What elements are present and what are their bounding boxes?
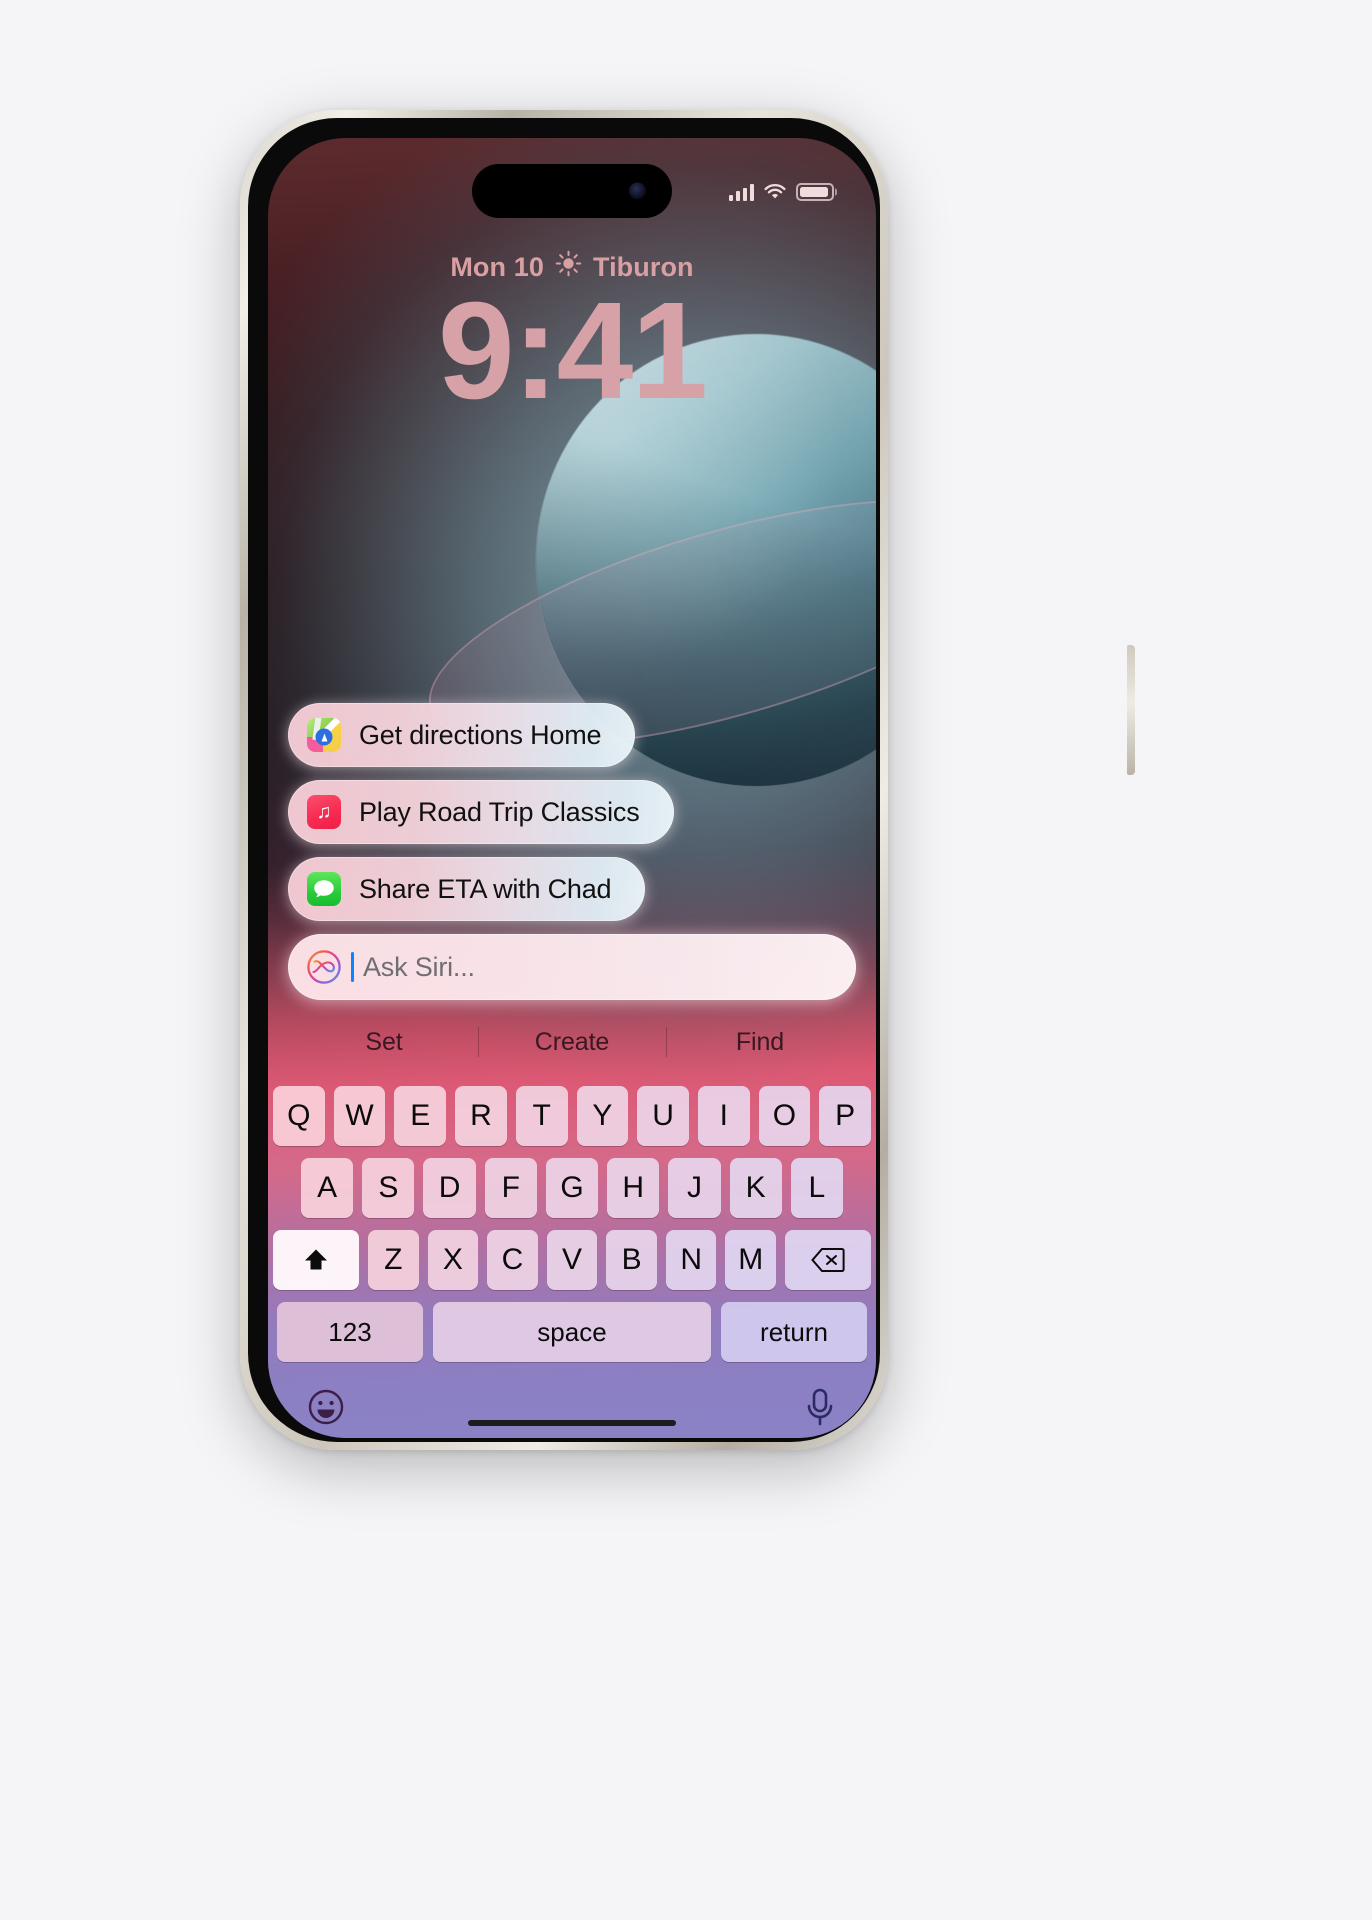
key-t[interactable]: T [515, 1086, 568, 1146]
siri-category-set[interactable]: Set [290, 1028, 478, 1057]
battery-icon [796, 183, 834, 201]
siri-suggestion-list: Get directions Home ♫ Play Road Trip Cla… [268, 703, 876, 921]
key-p[interactable]: P [819, 1086, 872, 1146]
power-button[interactable] [1127, 645, 1135, 775]
key-f[interactable]: F [484, 1158, 537, 1218]
siri-suggestion-directions[interactable]: Get directions Home [288, 703, 636, 767]
key-b[interactable]: B [606, 1230, 657, 1290]
siri-category-find[interactable]: Find [666, 1028, 854, 1057]
key-l[interactable]: L [790, 1158, 843, 1218]
ask-siri-input[interactable]: Ask Siri... [288, 934, 856, 1000]
battery-level-fill [800, 187, 828, 197]
status-bar [268, 172, 876, 212]
key-s[interactable]: S [362, 1158, 415, 1218]
siri-suggestion-music[interactable]: ♫ Play Road Trip Classics [288, 780, 674, 844]
key-e[interactable]: E [394, 1086, 447, 1146]
key-r[interactable]: R [455, 1086, 507, 1146]
key-m[interactable]: M [725, 1230, 777, 1290]
keyboard-row-3: ZXCVBNM [272, 1230, 872, 1290]
siri-orb-icon [306, 949, 342, 985]
lock-screen-clock: 9:41 [437, 274, 708, 428]
space-key[interactable]: space [433, 1302, 711, 1362]
key-n[interactable]: N [665, 1230, 717, 1290]
cellular-signal-icon [728, 183, 754, 201]
key-q[interactable]: Q [272, 1086, 325, 1146]
keyboard-row-2: ASDFGHJKL [273, 1158, 871, 1218]
key-o[interactable]: O [758, 1086, 811, 1146]
phone-screen: Mon 10 Tiburon 9:41 Get directions Home … [268, 138, 876, 1438]
onscreen-keyboard: QWERTYUIOP ASDFGHJKL ZXCVBNM 123 space r… [268, 1078, 876, 1438]
home-indicator[interactable] [468, 1420, 676, 1426]
return-key[interactable]: return [721, 1302, 867, 1362]
key-x[interactable]: X [427, 1230, 479, 1290]
maps-app-icon [307, 718, 341, 752]
phone-device-frame: Mon 10 Tiburon 9:41 Get directions Home … [240, 110, 1135, 1450]
key-z[interactable]: Z [367, 1230, 419, 1290]
lock-screen-header: Mon 10 Tiburon 9:41 [268, 250, 876, 424]
key-k[interactable]: K [729, 1158, 782, 1218]
wifi-icon [763, 183, 787, 201]
suggestion-label: Share ETA with Chad [359, 873, 612, 904]
emoji-smiley-icon[interactable] [307, 1388, 345, 1431]
keyboard-bottom-bar [273, 1374, 871, 1438]
messages-app-icon [307, 872, 341, 906]
key-v[interactable]: V [546, 1230, 598, 1290]
phone-bezel: Mon 10 Tiburon 9:41 Get directions Home … [248, 118, 880, 1442]
key-i[interactable]: I [697, 1086, 750, 1146]
siri-suggestion-messages[interactable]: Share ETA with Chad [288, 857, 646, 921]
text-cursor [351, 952, 354, 982]
numeric-keyboard-button[interactable]: 123 [277, 1302, 423, 1362]
backspace-icon[interactable] [785, 1230, 872, 1290]
key-y[interactable]: Y [576, 1086, 629, 1146]
key-w[interactable]: W [333, 1086, 386, 1146]
keyboard-row-4: 123 space return [273, 1302, 871, 1362]
keyboard-row-1: QWERTYUIOP [272, 1086, 872, 1146]
siri-panel: Get directions Home ♫ Play Road Trip Cla… [268, 703, 876, 1438]
suggestion-label: Play Road Trip Classics [359, 796, 640, 827]
key-a[interactable]: A [301, 1158, 354, 1218]
siri-category-row: Set Create Find [268, 1018, 876, 1066]
key-c[interactable]: C [487, 1230, 538, 1290]
key-d[interactable]: D [423, 1158, 476, 1218]
suggestion-label: Get directions Home [359, 719, 602, 750]
key-g[interactable]: G [545, 1158, 599, 1218]
shift-arrow-icon[interactable] [272, 1230, 359, 1290]
microphone-icon[interactable] [803, 1387, 837, 1432]
ask-siri-placeholder: Ask Siri... [363, 951, 475, 982]
music-app-icon: ♫ [307, 795, 341, 829]
key-u[interactable]: U [637, 1086, 689, 1146]
key-j[interactable]: J [668, 1158, 721, 1218]
key-h[interactable]: H [607, 1158, 660, 1218]
siri-category-create[interactable]: Create [478, 1028, 666, 1057]
